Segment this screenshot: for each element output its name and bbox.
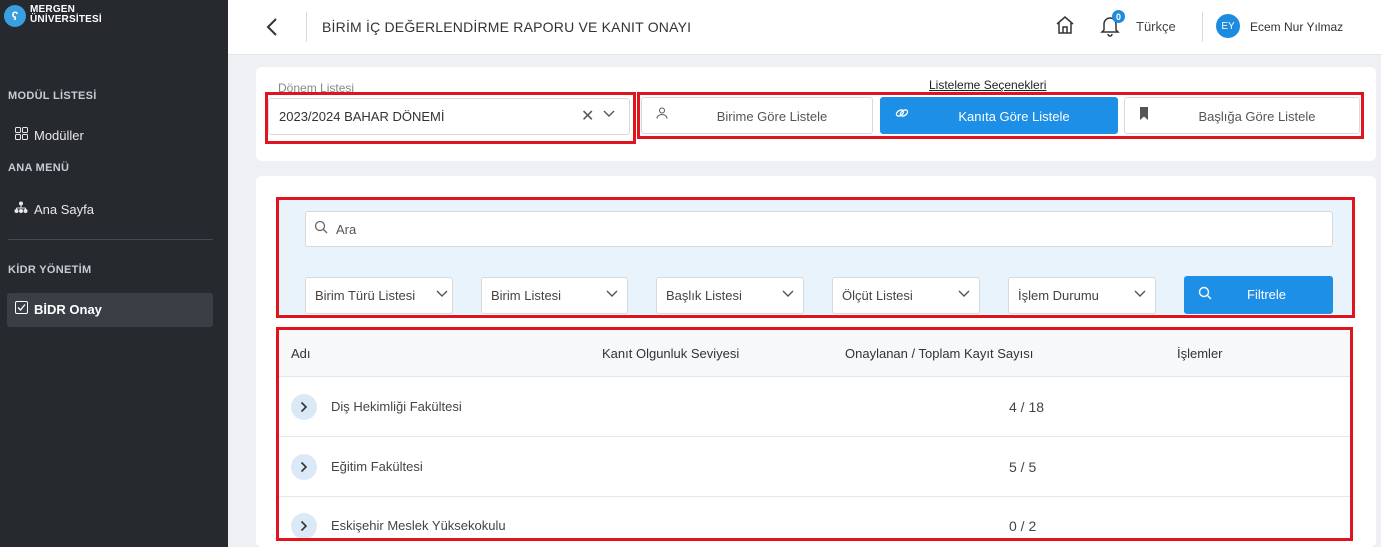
logo-mark-icon: ʕ <box>4 5 26 27</box>
sidebar-item-label: BİDR Onay <box>34 301 102 317</box>
notifications-button[interactable]: 0 <box>1099 10 1125 38</box>
avatar[interactable]: EY <box>1216 14 1240 38</box>
brand-line2: ÜNİVERSİTESİ <box>30 14 102 25</box>
header-separator <box>1202 12 1203 42</box>
highlight-box-period <box>265 92 636 144</box>
grid-icon <box>14 127 28 143</box>
notification-badge: 0 <box>1112 10 1125 23</box>
highlight-box-filters <box>276 197 1355 318</box>
sidebar-item-modules[interactable]: Modüller <box>14 127 84 143</box>
listing-options-label: Listeleme Seçenekleri <box>929 78 1047 92</box>
module-section-title: MODÜL LİSTESİ <box>8 90 97 102</box>
chevron-left-icon <box>266 18 277 36</box>
back-button[interactable] <box>258 12 286 42</box>
top-header: BİRİM İÇ DEĞERLENDİRME RAPORU VE KANIT O… <box>228 0 1381 55</box>
kidr-section-title: KİDR YÖNETİM <box>8 264 92 276</box>
logo-text: MERGEN ÜNİVERSİTESİ <box>30 5 102 25</box>
home-icon <box>1056 16 1074 34</box>
highlight-box-table <box>276 327 1353 541</box>
highlight-box-list-options <box>637 92 1364 139</box>
language-selector[interactable]: Türkçe <box>1136 19 1176 34</box>
sidebar-divider <box>8 239 213 240</box>
main-menu-section-title: ANA MENÜ <box>8 162 70 174</box>
sitemap-icon <box>14 201 28 217</box>
checkbox-icon <box>14 301 28 317</box>
sidebar-item-label: Ana Sayfa <box>34 201 94 217</box>
sidebar-item-home[interactable]: Ana Sayfa <box>14 201 94 217</box>
logo: ʕ MERGEN ÜNİVERSİTESİ <box>4 5 102 27</box>
home-button[interactable] <box>1054 14 1078 38</box>
header-separator <box>306 12 307 42</box>
sidebar: ʕ MERGEN ÜNİVERSİTESİ MODÜL LİSTESİ Modü… <box>0 0 228 547</box>
page-title: BİRİM İÇ DEĞERLENDİRME RAPORU VE KANIT O… <box>322 19 692 35</box>
sidebar-item-bidr-onay[interactable]: BİDR Onay <box>14 301 102 317</box>
user-name[interactable]: Ecem Nur Yılmaz <box>1250 20 1343 34</box>
sidebar-item-label: Modüller <box>34 127 84 143</box>
